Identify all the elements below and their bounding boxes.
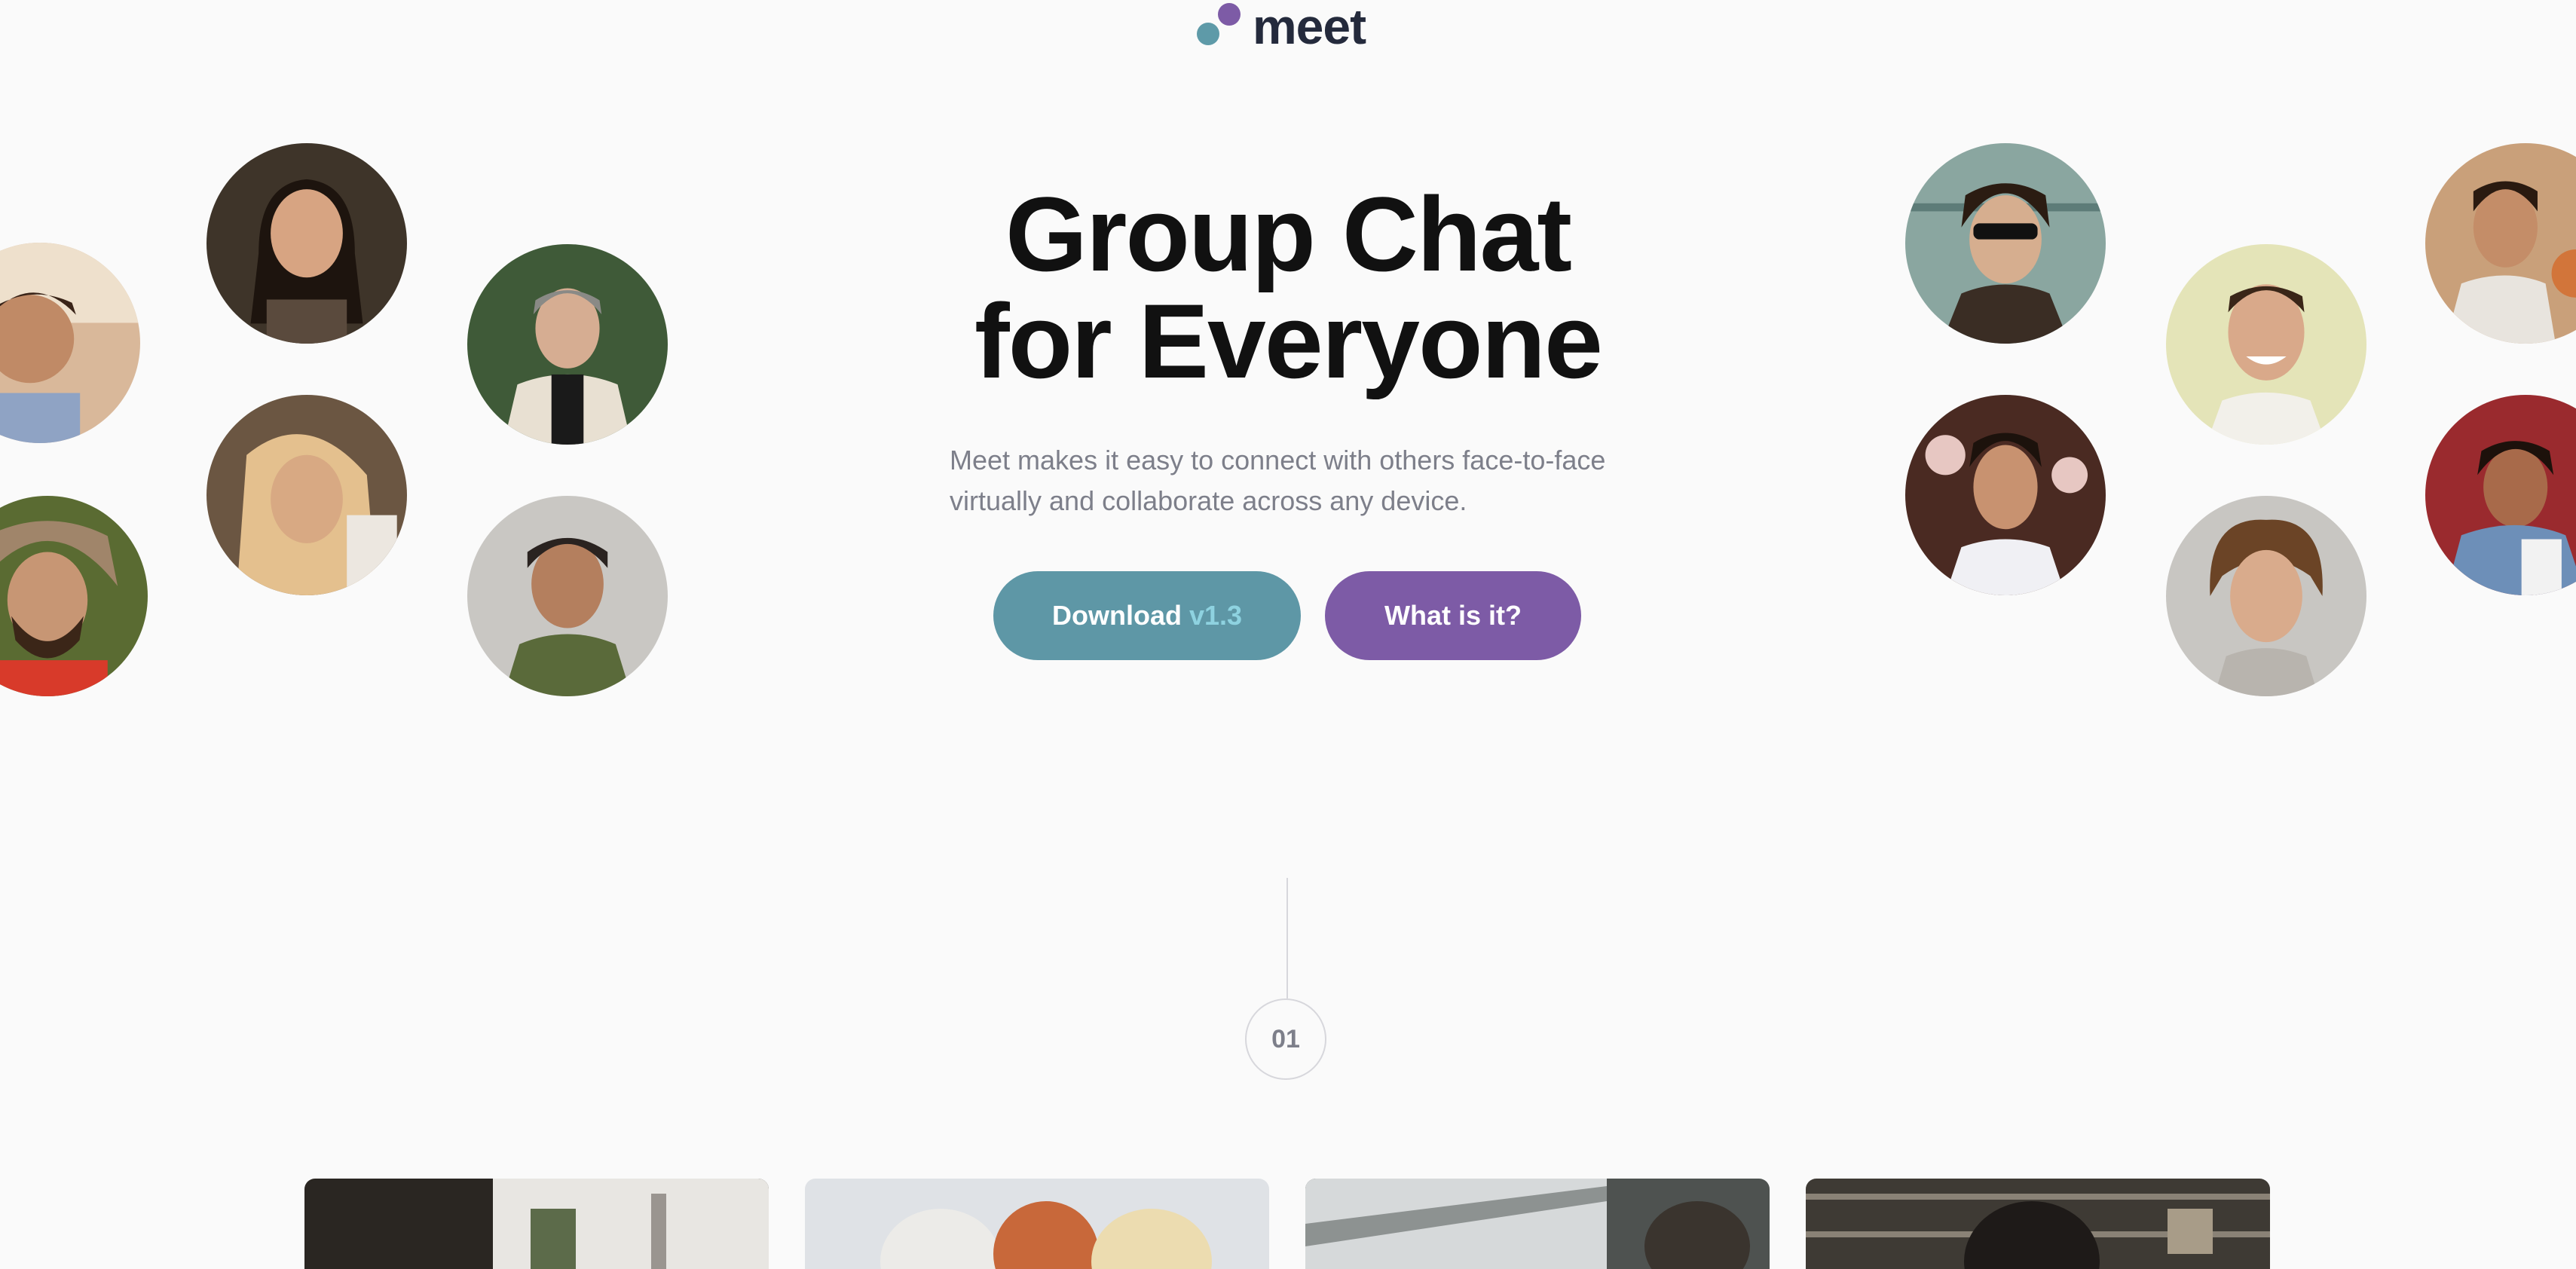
logo-dot-teal	[1197, 23, 1219, 45]
avatar-right-1	[1905, 143, 2106, 344]
avatar-right-6	[2425, 395, 2576, 595]
avatar-left-3	[467, 244, 668, 445]
logo-dot-purple	[1218, 3, 1241, 26]
step-number-badge: 01	[1245, 998, 1326, 1080]
feature-image-1	[304, 1179, 769, 1269]
avatar-left-4	[207, 395, 407, 595]
avatar-left-1	[0, 243, 140, 443]
avatar-right-5	[2166, 496, 2366, 696]
feature-image-2	[805, 1179, 1269, 1269]
download-label: Download	[1051, 600, 1182, 631]
avatar-right-3	[2425, 143, 2576, 344]
avatar-right-2	[2166, 244, 2366, 445]
what-is-it-button[interactable]: What is it?	[1325, 571, 1581, 660]
what-is-it-label: What is it?	[1384, 600, 1522, 631]
download-version: v1.3	[1189, 600, 1243, 631]
hero-subtitle-line2: virtually and collaborate across any dev…	[950, 485, 1467, 516]
hero-title-line2: for Everyone	[974, 282, 1603, 400]
avatar-left-2	[207, 143, 407, 344]
avatar-right-4	[1905, 395, 2106, 595]
feature-image-3	[1305, 1179, 1770, 1269]
hero-subtitle: Meet makes it easy to connect with other…	[950, 440, 1643, 521]
download-button[interactable]: Download v1.3	[993, 571, 1301, 660]
avatar-left-5	[0, 496, 148, 696]
hero-title: Group Chat for Everyone	[911, 181, 1665, 395]
hero-subtitle-line1: Meet makes it easy to connect with other…	[950, 445, 1606, 475]
avatar-left-6	[467, 496, 668, 696]
step-number: 01	[1271, 1024, 1300, 1053]
logo-text: meet	[1253, 0, 1366, 54]
feature-image-4	[1806, 1179, 2270, 1269]
hero-title-line1: Group Chat	[1005, 175, 1572, 293]
step-connector-line	[1286, 878, 1288, 998]
meet-logo[interactable]: meet	[1197, 0, 1385, 54]
